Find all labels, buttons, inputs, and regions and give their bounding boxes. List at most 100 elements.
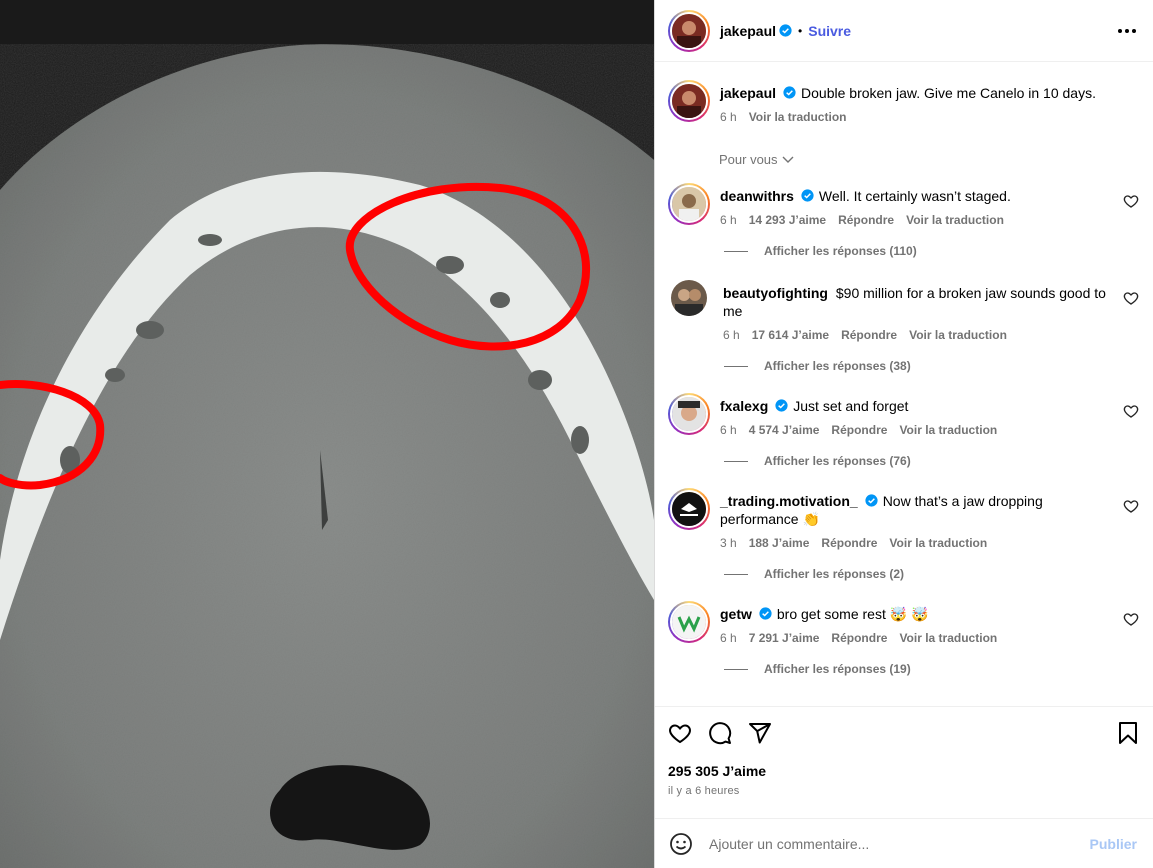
caption-translate-link[interactable]: Voir la traduction xyxy=(749,110,847,124)
post-timestamp: il y a 6 heures xyxy=(668,785,740,797)
reply-button[interactable]: Répondre xyxy=(831,631,887,645)
comment-likes[interactable]: 188 J’aime xyxy=(749,536,810,550)
chevron-down-icon xyxy=(782,156,794,163)
show-replies-button[interactable]: Afficher les réponses (110) xyxy=(724,244,1139,258)
comment-text: Just set and forget xyxy=(793,398,909,414)
verified-badge-icon xyxy=(865,494,878,507)
comment-username[interactable]: deanwithrs xyxy=(720,188,794,204)
comment-avatar[interactable] xyxy=(668,488,710,530)
comment-avatar-image xyxy=(672,397,706,431)
replies-label: Afficher les réponses (76) xyxy=(764,454,911,468)
author-avatar-image xyxy=(672,13,706,48)
share-send-icon[interactable] xyxy=(748,721,772,745)
comment-avatar[interactable] xyxy=(668,183,710,225)
comment-text: bro get some rest 🤯 🤯 xyxy=(776,606,929,622)
like-heart-icon[interactable] xyxy=(668,721,692,745)
like-comment-heart-icon[interactable] xyxy=(1123,193,1139,209)
sort-label: Pour vous xyxy=(719,152,778,167)
comment-username[interactable]: beautyofighting xyxy=(723,285,828,301)
comment-avatar-image xyxy=(672,492,706,526)
comment-likes[interactable]: 14 293 J’aime xyxy=(749,213,826,227)
comment-input[interactable] xyxy=(709,835,1090,852)
author-username[interactable]: jakepaul xyxy=(720,23,776,39)
more-options-button[interactable] xyxy=(1115,19,1139,43)
comment-bubble-icon[interactable] xyxy=(708,721,732,745)
comment-likes[interactable]: 17 614 J’aime xyxy=(752,328,829,342)
comment-item: fxalexg Just set and forget 6 h 4 574 J’ai… xyxy=(668,393,1139,468)
sort-dropdown[interactable]: Pour vous xyxy=(719,152,1139,167)
comment-item: _trading.motivation_ Now that’s a jaw dro… xyxy=(668,488,1139,581)
reply-button[interactable]: Répondre xyxy=(841,328,897,342)
publish-button[interactable]: Publier xyxy=(1090,836,1137,852)
comment-username[interactable]: getw xyxy=(720,606,752,622)
comment-avatar-image xyxy=(672,187,706,221)
translate-link[interactable]: Voir la traduction xyxy=(899,423,997,437)
comment-time: 6 h xyxy=(720,213,737,227)
show-replies-button[interactable]: Afficher les réponses (76) xyxy=(724,454,1139,468)
post-likes-count[interactable]: 295 305 J’aime xyxy=(668,763,1139,779)
caption-time: 6 h xyxy=(720,110,737,124)
comment-avatar[interactable] xyxy=(671,280,707,316)
translate-link[interactable]: Voir la traduction xyxy=(906,213,1004,227)
comments-list[interactable]: jakepaul Double broken jaw. Give me Canel… xyxy=(655,62,1153,706)
comment-item: deanwithrs Well. It certainly wasn’t stag… xyxy=(668,183,1139,258)
ct-scan-image xyxy=(0,0,654,868)
comment-likes[interactable]: 4 574 J’aime xyxy=(749,423,820,437)
comment-time: 6 h xyxy=(723,328,740,342)
replies-divider xyxy=(724,250,748,252)
reply-button[interactable]: Répondre xyxy=(821,536,877,550)
replies-divider xyxy=(724,365,748,367)
verified-badge-icon xyxy=(775,399,788,412)
verified-badge-icon xyxy=(759,607,772,620)
verified-badge-icon xyxy=(779,24,792,37)
replies-label: Afficher les réponses (2) xyxy=(764,567,905,581)
post-header: jakepaul • Suivre xyxy=(655,0,1153,62)
caption: jakepaul Double broken jaw. Give me Canel… xyxy=(668,62,1139,124)
comment-avatar[interactable] xyxy=(668,393,710,435)
verified-badge-icon xyxy=(783,86,796,99)
emoji-icon[interactable] xyxy=(669,832,693,856)
comment-username[interactable]: fxalexg xyxy=(720,398,768,414)
replies-divider xyxy=(724,573,748,575)
translate-link[interactable]: Voir la traduction xyxy=(899,631,997,645)
comment-time: 6 h xyxy=(720,423,737,437)
translate-link[interactable]: Voir la traduction xyxy=(909,328,1007,342)
show-replies-button[interactable]: Afficher les réponses (19) xyxy=(724,662,1139,676)
translate-link[interactable]: Voir la traduction xyxy=(889,536,987,550)
show-replies-button[interactable]: Afficher les réponses (38) xyxy=(724,359,1139,373)
save-bookmark-icon[interactable] xyxy=(1117,721,1139,745)
show-replies-button[interactable]: Afficher les réponses (2) xyxy=(724,567,1139,581)
more-icon xyxy=(1118,28,1136,33)
caption-avatar-image xyxy=(672,84,706,118)
separator-dot: • xyxy=(798,23,803,38)
comment-item: beautyofighting $90 million for a broken… xyxy=(668,280,1139,373)
post-image[interactable] xyxy=(0,0,654,868)
follow-button[interactable]: Suivre xyxy=(808,23,851,39)
comment-username[interactable]: _trading.motivation_ xyxy=(720,493,858,509)
like-comment-heart-icon[interactable] xyxy=(1123,290,1139,306)
comment-likes[interactable]: 7 291 J’aime xyxy=(749,631,820,645)
caption-text: Double broken jaw. Give me Canelo in 10 … xyxy=(801,85,1096,101)
comment-avatar[interactable] xyxy=(668,601,710,643)
like-comment-heart-icon[interactable] xyxy=(1123,498,1139,514)
add-comment-bar: Publier xyxy=(655,818,1153,868)
caption-avatar[interactable] xyxy=(668,80,710,122)
comment-avatar-image xyxy=(672,605,706,639)
replies-label: Afficher les réponses (110) xyxy=(764,244,917,258)
post-viewer: jakepaul • Suivre jakepaul Double broken … xyxy=(0,0,1153,868)
like-comment-heart-icon[interactable] xyxy=(1123,403,1139,419)
verified-badge-icon xyxy=(801,189,814,202)
replies-label: Afficher les réponses (38) xyxy=(764,359,911,373)
caption-username[interactable]: jakepaul xyxy=(720,85,776,101)
post-side-panel: jakepaul • Suivre jakepaul Double broken … xyxy=(654,0,1153,868)
like-comment-heart-icon[interactable] xyxy=(1123,611,1139,627)
post-actions: 295 305 J’aime il y a 6 heures xyxy=(655,706,1153,818)
replies-label: Afficher les réponses (19) xyxy=(764,662,911,676)
comment-avatar-image xyxy=(671,280,707,316)
comment-time: 6 h xyxy=(720,631,737,645)
author-avatar[interactable] xyxy=(668,9,710,52)
replies-divider xyxy=(724,668,748,670)
replies-divider xyxy=(724,460,748,462)
reply-button[interactable]: Répondre xyxy=(831,423,887,437)
reply-button[interactable]: Répondre xyxy=(838,213,894,227)
